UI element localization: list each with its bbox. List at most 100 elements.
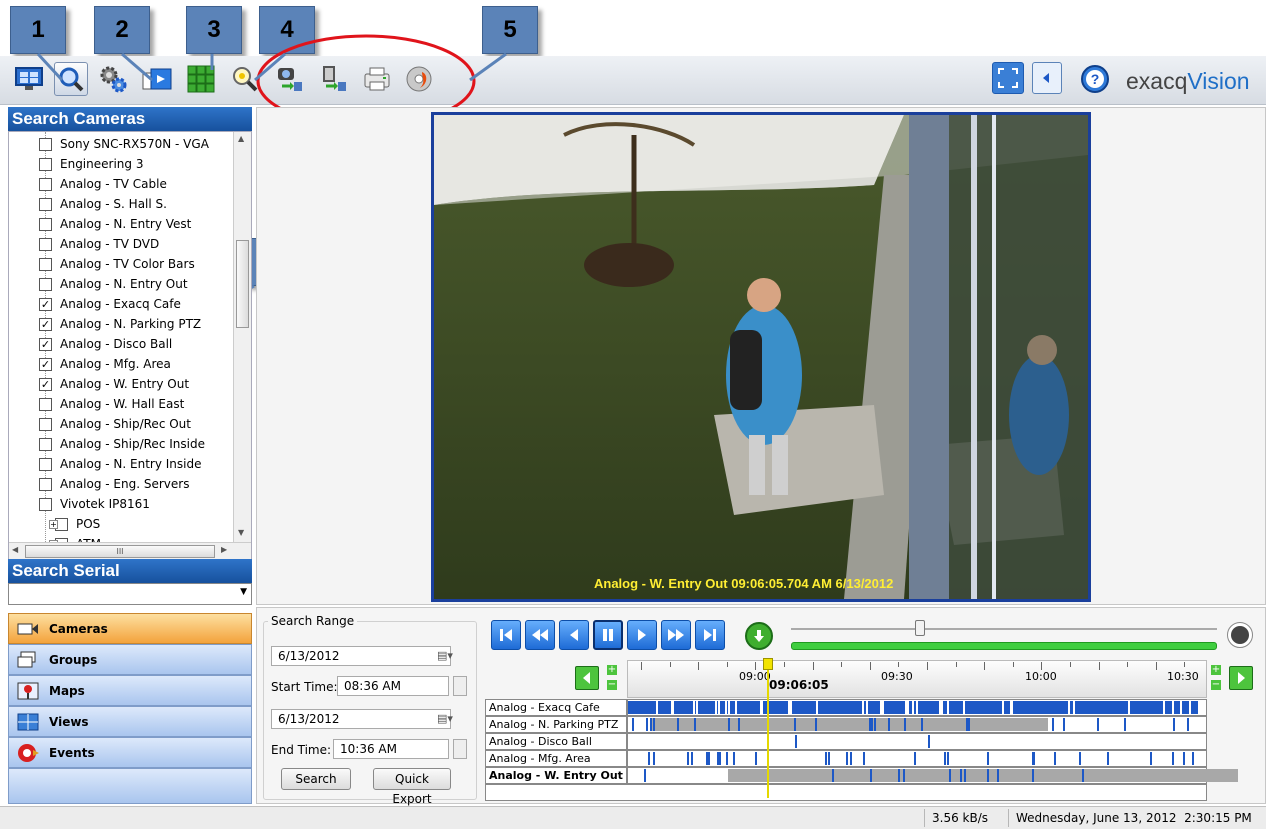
nav-events-button[interactable]: Events	[8, 737, 252, 768]
scroll-thumb[interactable]	[236, 240, 249, 328]
camera-checkbox[interactable]	[39, 157, 52, 171]
camera-checkbox[interactable]	[39, 137, 52, 151]
calendar-dropdown-icon[interactable]: ▤▾	[437, 712, 453, 725]
camera-tree-item[interactable]: Analog - TV Cable	[39, 174, 167, 194]
camera-checkbox[interactable]	[39, 417, 52, 431]
timeline-row-track[interactable]	[627, 750, 1207, 767]
scroll-up-arrow[interactable]: ▲	[238, 134, 244, 143]
config-icon[interactable]	[96, 62, 130, 96]
camera-checkbox[interactable]	[39, 497, 52, 511]
camera-tree-item[interactable]: Engineering 3	[39, 154, 143, 174]
end-time-spinner[interactable]	[453, 739, 467, 759]
start-date-field[interactable]: 6/13/2012	[271, 646, 451, 666]
camera-checkbox[interactable]	[39, 217, 52, 231]
nav-views-button[interactable]: Views	[8, 706, 252, 737]
camera-tree-item[interactable]: Analog - N. Entry Out	[39, 274, 188, 294]
camera-tree-item[interactable]: ✓ Analog - Disco Ball	[39, 334, 172, 354]
camera-tree-item[interactable]: Analog - S. Hall S.	[39, 194, 167, 214]
camera-checkbox[interactable]: ✓	[39, 357, 52, 371]
camera-checkbox[interactable]: ✓	[39, 337, 52, 351]
fast-forward-button[interactable]	[661, 620, 691, 650]
timeline-cursor-handle[interactable]	[763, 658, 773, 670]
camera-checkbox[interactable]: ✓	[39, 377, 52, 391]
timeline-row-label[interactable]: Analog - N. Parking PTZ	[485, 716, 627, 733]
timeline-row-track[interactable]	[627, 767, 1238, 784]
camera-checkbox[interactable]	[39, 257, 52, 271]
last-frame-button[interactable]	[695, 620, 725, 650]
timeline-ruler[interactable]	[627, 660, 1207, 698]
timeline-cursor[interactable]	[767, 660, 769, 798]
camera-checkbox[interactable]	[39, 277, 52, 291]
timeline-row-track[interactable]	[627, 733, 1207, 750]
camera-tree-item[interactable]: ✓ Analog - Exacq Cafe	[39, 294, 181, 314]
camera-tree-item[interactable]: + POS	[49, 514, 100, 534]
tree-horizontal-scrollbar[interactable]: ◀ III ▶	[9, 542, 251, 560]
camera-tree-item[interactable]: Analog - TV DVD	[39, 234, 159, 254]
end-date-field[interactable]: 6/13/2012	[271, 709, 451, 729]
quick-export-button[interactable]: Quick Export	[373, 768, 451, 806]
timeline-row-track[interactable]	[627, 716, 1207, 733]
camera-tree-item[interactable]: Analog - Eng. Servers	[39, 474, 189, 494]
nav-groups-button[interactable]: Groups	[8, 644, 252, 675]
scroll-down-arrow[interactable]: ▼	[238, 528, 244, 537]
timeline-row-label[interactable]: Analog - Mfg. Area	[485, 750, 627, 767]
record-button[interactable]	[1227, 622, 1253, 648]
snapshot-export-icon[interactable]	[272, 62, 306, 96]
camera-checkbox[interactable]	[39, 397, 52, 411]
layout-icon[interactable]	[140, 62, 174, 96]
timeline-row-label[interactable]: Analog - Disco Ball	[485, 733, 627, 750]
dropdown-arrow-icon[interactable]: ▼	[240, 587, 247, 597]
fullscreen-icon[interactable]	[992, 62, 1024, 94]
camera-checkbox[interactable]	[39, 477, 52, 491]
camera-tree-item[interactable]: ✓ Analog - W. Entry Out	[39, 374, 189, 394]
help-icon[interactable]: ?	[1078, 62, 1112, 96]
camera-checkbox[interactable]	[39, 457, 52, 471]
hscroll-thumb[interactable]: III	[25, 545, 215, 558]
timeline-row-label[interactable]: Analog - W. Entry Out	[485, 767, 627, 784]
live-view-icon[interactable]	[12, 62, 46, 96]
back-icon[interactable]	[1032, 62, 1062, 94]
camera-checkbox[interactable]	[39, 177, 52, 191]
camera-tree-item[interactable]: Analog - TV Color Bars	[39, 254, 195, 274]
calendar-dropdown-icon[interactable]: ▤▾	[437, 649, 453, 662]
camera-tree-item[interactable]: Analog - N. Entry Inside	[39, 454, 202, 474]
search-icon[interactable]	[54, 62, 88, 96]
wand-icon[interactable]	[228, 62, 262, 96]
camera-tree-item[interactable]: Vivotek IP8161	[39, 494, 150, 514]
end-time-field[interactable]: 10:36 AM	[333, 739, 449, 759]
camera-checkbox[interactable]	[39, 197, 52, 211]
camera-checkbox[interactable]	[39, 437, 52, 451]
camera-tree[interactable]: Sony SNC-RX570N - VGA Engineering 3 Analog…	[8, 131, 252, 561]
camera-tree-item[interactable]: Analog - N. Entry Vest	[39, 214, 191, 234]
camera-tree-item[interactable]: ✓ Analog - Mfg. Area	[39, 354, 171, 374]
grid-icon[interactable]	[184, 62, 218, 96]
print-icon[interactable]	[360, 62, 394, 96]
video-feed[interactable]: Analog - W. Entry Out 09:06:05.704 AM 6/…	[431, 112, 1091, 602]
timeline-row-track[interactable]	[627, 699, 1207, 716]
search-serial-select[interactable]: ▼	[8, 583, 252, 605]
timeline-row-label[interactable]: Analog - Exacq Cafe	[485, 699, 627, 716]
nav-maps-button[interactable]: Maps	[8, 675, 252, 706]
rewind-button[interactable]	[525, 620, 555, 650]
tree-vertical-scrollbar[interactable]: ▲ ▼	[233, 132, 251, 542]
start-time-field[interactable]: 08:36 AM	[337, 676, 449, 696]
pause-button[interactable]	[593, 620, 623, 650]
scroll-right-arrow[interactable]: ▶	[221, 545, 227, 554]
camera-tree-item[interactable]: Sony SNC-RX570N - VGA	[39, 134, 209, 154]
speed-slider-thumb[interactable]	[915, 620, 925, 636]
step-back-button[interactable]	[559, 620, 589, 650]
speed-slider-track[interactable]	[791, 628, 1217, 630]
timeline[interactable]: 09:00 09:30 10:00 10:30 09:06:05 Analog …	[485, 658, 1249, 801]
camera-tree-item[interactable]: Analog - Ship/Rec Inside	[39, 434, 205, 454]
nav-cameras-button[interactable]: Cameras	[8, 613, 252, 644]
first-frame-button[interactable]	[491, 620, 521, 650]
camera-tree-item[interactable]: ✓ Analog - N. Parking PTZ	[39, 314, 201, 334]
expand-icon[interactable]: +	[49, 519, 58, 529]
play-button[interactable]	[627, 620, 657, 650]
scroll-left-arrow[interactable]: ◀	[12, 545, 18, 554]
camera-checkbox[interactable]: ✓	[39, 297, 52, 311]
camera-tree-item[interactable]: Analog - Ship/Rec Out	[39, 414, 191, 434]
camera-checkbox[interactable]: ✓	[39, 317, 52, 331]
camera-tree-item[interactable]: Analog - W. Hall East	[39, 394, 184, 414]
start-time-spinner[interactable]	[453, 676, 467, 696]
